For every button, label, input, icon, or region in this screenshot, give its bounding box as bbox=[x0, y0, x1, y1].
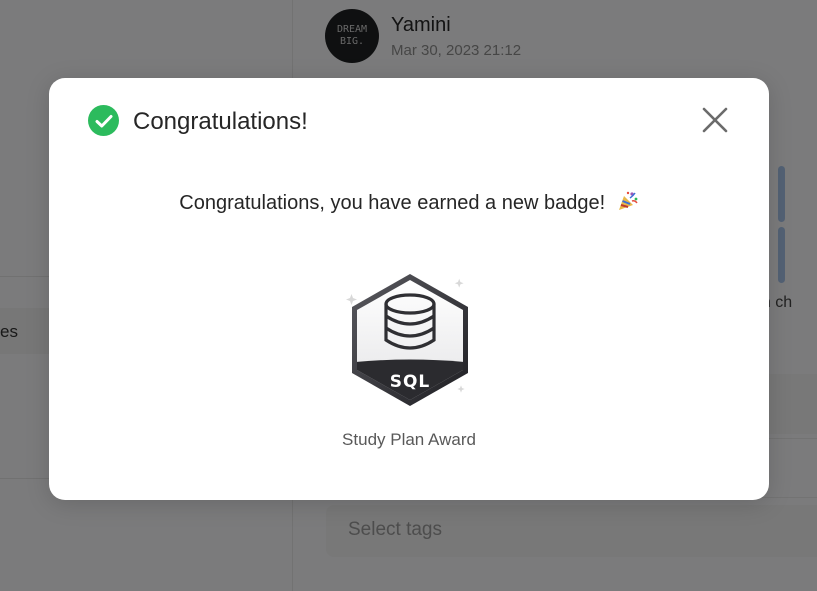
check-circle-icon bbox=[88, 105, 119, 136]
dialog-message: Congratulations, you have earned a new b… bbox=[179, 192, 606, 214]
badge-name: Study Plan Award bbox=[342, 430, 476, 449]
badge-earned-dialog: Congratulations! Congratulations, you ha… bbox=[49, 78, 769, 500]
sql-badge: SQL bbox=[345, 270, 475, 410]
badge-label: SQL bbox=[390, 372, 431, 392]
dialog-title: Congratulations! bbox=[133, 108, 308, 135]
dialog-message-row: Congratulations, you have earned a new b… bbox=[49, 190, 769, 215]
close-icon bbox=[702, 107, 728, 133]
close-button[interactable] bbox=[697, 102, 733, 138]
party-popper-icon bbox=[618, 191, 638, 210]
